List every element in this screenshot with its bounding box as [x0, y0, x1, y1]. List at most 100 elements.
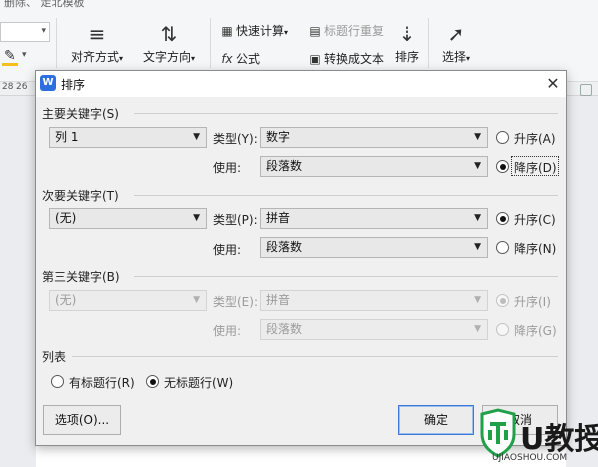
chevron-down-icon: ▾ [41, 26, 46, 36]
section-divider [134, 195, 558, 196]
has-header-label[interactable]: 有标题行(R) [69, 374, 135, 391]
wps-logo-icon: W [40, 75, 56, 91]
chevron-down-icon[interactable]: ▾ [22, 50, 27, 60]
primary-use-label: 使用: [213, 161, 242, 175]
ruler-number: 28 [2, 82, 14, 92]
section-divider [134, 113, 558, 114]
dropdown-arrow-icon: ▼ [193, 213, 200, 223]
text-direction-label: 文字方向 [142, 50, 191, 64]
quick-calc-label: 快速计算 [236, 24, 285, 38]
ok-button[interactable]: 确定 [398, 405, 474, 435]
tertiary-use-select: 段落数 ▼ [260, 319, 488, 340]
tertiary-use-label: 使用: [213, 324, 242, 338]
close-icon[interactable]: ✕ [542, 73, 564, 95]
secondary-key-heading: 次要关键字(T) [42, 189, 119, 203]
primary-column-value: 列 1 [55, 130, 79, 144]
list-heading: 列表 [42, 350, 67, 364]
dropdown-arrow-icon: ▼ [474, 295, 481, 305]
secondary-column-value: (无) [55, 211, 77, 225]
dropdown-arrow-icon: ▼ [474, 132, 481, 142]
watermark-brand: U教授 [520, 422, 598, 457]
select-label: 选择 [441, 50, 466, 64]
tertiary-use-value: 段落数 [266, 322, 303, 336]
secondary-use-select[interactable]: 段落数 ▼ [260, 237, 488, 258]
align-label: 对齐方式 [70, 50, 119, 64]
ribbon-separator [56, 18, 57, 68]
shield-icon [480, 408, 516, 458]
tertiary-descending-label: 降序(G) [514, 324, 557, 338]
primary-key-heading: 主要关键字(S) [42, 107, 119, 121]
ribbon-separator [210, 18, 211, 68]
tertiary-type-select: 拼音 ▼ [260, 290, 488, 311]
secondary-use-value: 段落数 [266, 240, 303, 254]
repeat-header-button[interactable]: ▤ 标题行重复 [306, 22, 384, 39]
no-header-label[interactable]: 无标题行(W) [164, 374, 233, 391]
options-button[interactable]: 选项(O)... [43, 405, 121, 435]
primary-ascending-label[interactable]: 升序(A) [514, 130, 556, 147]
primary-use-select[interactable]: 段落数 ▼ [260, 156, 488, 177]
primary-type-label: 类型(Y): [213, 132, 258, 146]
ribbon-top-text: 删除、 走北模板 [4, 0, 85, 9]
text-direction-icon: ⇅ [160, 22, 178, 46]
cursor-arrow-icon: ➚ [447, 22, 465, 46]
primary-descending-label[interactable]: 降序(D) [514, 159, 557, 176]
tertiary-key-heading: 第三关键字(B) [42, 270, 120, 284]
secondary-type-value: 拼音 [266, 211, 291, 225]
primary-use-value: 段落数 [266, 159, 303, 173]
primary-descending-radio[interactable] [496, 160, 509, 173]
text-direction-button[interactable]: ⇅ 文字方向▾ [138, 20, 200, 65]
no-header-radio[interactable] [146, 375, 159, 388]
document-margin-left [0, 96, 36, 467]
dialog-title-bar[interactable]: W 排序 ✕ [36, 71, 566, 97]
secondary-type-label: 类型(P): [213, 213, 258, 227]
tertiary-type-label: 类型(E): [213, 295, 258, 309]
section-divider [134, 276, 558, 277]
tertiary-column-select: (无) ▼ [49, 290, 207, 311]
primary-ascending-radio[interactable] [496, 131, 509, 144]
secondary-column-select[interactable]: (无) ▼ [49, 208, 207, 229]
highlight-color-bar [2, 63, 18, 66]
sort-button[interactable]: ⇣ 排序 [392, 20, 422, 65]
sort-icon: ⇣ [398, 22, 416, 46]
ribbon-separator [428, 18, 429, 68]
calculator-icon: ▦ [221, 24, 233, 38]
font-size-combo[interactable]: ▾ [0, 22, 50, 42]
dialog-title: 排序 [61, 78, 86, 92]
panel-toggle-icon[interactable] [580, 84, 592, 96]
primary-column-select[interactable]: 列 1 ▼ [49, 127, 207, 148]
primary-type-value: 数字 [266, 130, 291, 144]
secondary-ascending-radio[interactable] [496, 212, 509, 225]
watermark-url: UJIAOSHOU.COM [492, 453, 568, 463]
sort-dialog: W 排序 ✕ 主要关键字(S) 列 1 ▼ 类型(Y): 数字 ▼ 升序(A) … [35, 70, 567, 446]
primary-type-select[interactable]: 数字 ▼ [260, 127, 488, 148]
secondary-ascending-label[interactable]: 升序(C) [514, 211, 556, 228]
convert-to-text-button[interactable]: ▣ 转换成文本 [306, 50, 384, 67]
dropdown-arrow-icon: ▼ [193, 132, 200, 142]
repeat-header-label: 标题行重复 [324, 24, 385, 38]
tertiary-descending-radio [496, 323, 509, 336]
select-button[interactable]: ➚ 选择▾ [436, 20, 476, 65]
sort-label: 排序 [394, 50, 419, 64]
tertiary-ascending-radio [496, 294, 509, 307]
secondary-use-label: 使用: [213, 243, 242, 257]
secondary-descending-radio[interactable] [496, 241, 509, 254]
secondary-type-select[interactable]: 拼音 ▼ [260, 208, 488, 229]
dropdown-arrow-icon: ▼ [474, 213, 481, 223]
convert-to-text-label: 转换成文本 [324, 52, 385, 66]
align-icon: ≡ [88, 22, 106, 46]
tertiary-column-value: (无) [55, 293, 77, 307]
align-button[interactable]: ≡ 对齐方式▾ [66, 20, 128, 65]
tertiary-ascending-label: 升序(I) [514, 295, 551, 309]
dropdown-arrow-icon: ▼ [474, 242, 481, 252]
highlighter-icon[interactable]: ✎ [4, 48, 16, 64]
formula-button[interactable]: fx 公式 [218, 50, 260, 67]
secondary-descending-label[interactable]: 降序(N) [514, 240, 556, 257]
dropdown-arrow-icon: ▼ [474, 161, 481, 171]
convert-text-icon: ▣ [309, 52, 321, 66]
quick-calc-button[interactable]: ▦ 快速计算▾ [218, 22, 288, 39]
section-divider [72, 356, 558, 357]
repeat-header-icon: ▤ [309, 24, 321, 38]
formula-label: 公式 [236, 52, 261, 66]
has-header-radio[interactable] [51, 375, 64, 388]
formula-icon: fx [221, 52, 233, 66]
